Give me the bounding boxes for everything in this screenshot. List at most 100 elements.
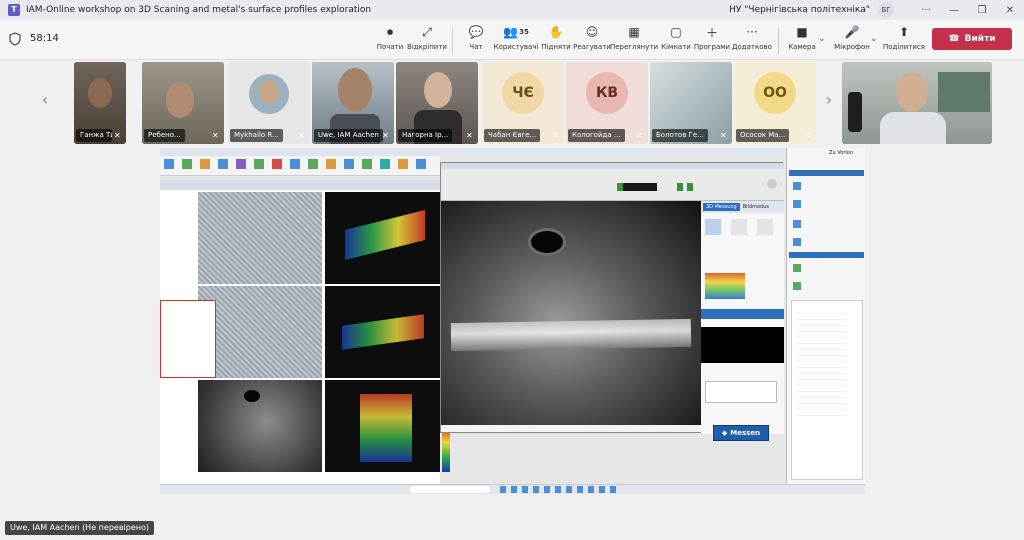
- leave-button[interactable]: ☎ Вийти: [932, 28, 1012, 50]
- participant-name: Mykhailo R...: [230, 129, 283, 142]
- unpin-label: Відкріпити: [407, 43, 447, 51]
- camera-chevron-down-icon[interactable]: ⌄: [818, 34, 826, 44]
- shared-screen: 3D Messung Bildmodus ◆ Messen Zu Vorlon: [160, 148, 865, 494]
- participant-tile[interactable]: Ганжа Тим... ✕: [74, 62, 126, 144]
- remote-taskbar: [160, 484, 865, 494]
- participant-name: Чабан Євге...: [484, 129, 541, 142]
- mic-button[interactable]: 🎤 Мікрофон: [830, 24, 874, 58]
- measure-button[interactable]: ◆ Messen: [713, 425, 769, 441]
- remote-app-menu: [160, 148, 865, 156]
- organization-name[interactable]: НУ "Чернігівська політехніка": [729, 5, 870, 15]
- microscope-window[interactable]: 3D Messung Bildmodus ◆ Messen: [440, 162, 784, 441]
- mic-chevron-down-icon[interactable]: ⌄: [870, 34, 878, 44]
- participant-tile[interactable]: ЧЄ Чабан Євге... ✕: [482, 62, 564, 144]
- raise-hand-icon: ✋: [548, 25, 564, 39]
- weld-seam: [450, 318, 692, 352]
- leave-label: Вийти: [964, 34, 996, 44]
- microscope-side-panel: 3D Messung Bildmodus: [701, 201, 784, 434]
- camera-label: Камера: [788, 43, 816, 51]
- people-button[interactable]: 👥 35 Користувачі: [494, 24, 539, 58]
- react-icon: ☺: [585, 25, 599, 39]
- participant-name: Uwe, IAM Aachen: [314, 129, 383, 142]
- react-label: Реагувати: [573, 43, 611, 51]
- apps-button[interactable]: ＋ Програми: [690, 24, 734, 58]
- react-button[interactable]: ☺ Реагувати: [570, 24, 614, 58]
- mic-label: Мікрофон: [834, 43, 870, 51]
- rooms-icon: ▢: [670, 25, 682, 39]
- view-icon: ▦: [628, 25, 640, 39]
- minimize-icon[interactable]: —: [940, 5, 968, 16]
- unpin-button[interactable]: ⤢ Відкріпити: [405, 24, 449, 58]
- more-options-icon[interactable]: ···: [912, 5, 940, 16]
- people-count: 35: [519, 28, 529, 36]
- share-label: Поділитися: [882, 43, 926, 51]
- camera-icon: ■: [796, 25, 808, 39]
- meeting-timer: 58:14: [30, 33, 59, 44]
- shield-icon: [9, 32, 21, 46]
- participant-tile[interactable]: Uwe, IAM Aachen ✕: [312, 62, 394, 144]
- window-title: IAM-Online workshop on 3D Scaning and me…: [26, 5, 372, 15]
- chat-button[interactable]: 💬 Чат: [454, 24, 498, 58]
- participant-tile[interactable]: Нагорна Ір... ✕: [396, 62, 478, 144]
- close-icon[interactable]: ✕: [996, 5, 1024, 16]
- mic-muted-icon: ✕: [114, 131, 121, 140]
- record-icon: ⏺: [386, 24, 393, 39]
- previous-participants-icon[interactable]: ‹: [38, 90, 52, 110]
- user-avatar[interactable]: БГ: [878, 2, 894, 18]
- apps-label: Програми: [693, 43, 731, 51]
- measure-icon: ◆: [721, 429, 728, 437]
- presenter-video[interactable]: ✕: [842, 62, 992, 144]
- participant-name: Ганжа Тим...: [76, 129, 112, 142]
- record-label: Почати: [376, 43, 404, 51]
- window-title-bar: T IAM-Online workshop on 3D Scaning and …: [0, 0, 1024, 20]
- mic-muted-icon: ✕: [636, 131, 643, 140]
- share-button[interactable]: ⬆ Поділитися: [882, 24, 926, 58]
- apps-icon: ＋: [705, 25, 718, 40]
- teams-logo-icon: T: [8, 4, 20, 16]
- remote-right-pane: Zu Vorlon: [786, 148, 865, 494]
- more-button[interactable]: ··· Додатково: [730, 24, 774, 58]
- microscope-toolbar: [441, 163, 784, 201]
- measure-label: Messen: [730, 429, 761, 437]
- participant-initials: ЧЄ: [502, 72, 544, 115]
- view-label: Переглянути: [609, 43, 659, 51]
- restore-icon[interactable]: ❐: [968, 5, 996, 16]
- participant-name: Болотов Ге...: [652, 129, 708, 142]
- participant-tile[interactable]: Ребено... ✕: [142, 62, 224, 144]
- remote-app-ribbon: [160, 156, 440, 176]
- right-pane-title: Zu Vorlon: [829, 150, 853, 156]
- participant-tile[interactable]: Болотов Ге... ✕: [650, 62, 732, 144]
- unpin-icon: ⤢: [422, 24, 432, 39]
- mic-muted-icon: ✕: [720, 131, 727, 140]
- people-icon: 👥 35: [503, 25, 529, 39]
- share-icon: ⬆: [898, 25, 910, 39]
- participant-tile[interactable]: Mykhailo R... ✕: [228, 62, 310, 144]
- microscope-image[interactable]: [441, 201, 701, 425]
- rooms-label: Кімнати: [661, 43, 691, 51]
- mic-muted-icon: ✕: [382, 131, 389, 140]
- participant-name: Ребено...: [144, 129, 185, 142]
- mic-muted-icon: ✕: [298, 131, 305, 140]
- mic-muted-icon: ✕: [466, 131, 473, 140]
- more-label: Додатково: [732, 43, 772, 51]
- view-button[interactable]: ▦ Переглянути: [609, 24, 659, 58]
- chat-icon: 💬: [468, 25, 484, 39]
- measurement-grid: [160, 180, 450, 494]
- participant-tile[interactable]: ОО Ососок Ма... ✕: [734, 62, 816, 144]
- meeting-toolbar: 58:14 ⏺ Почати ⤢ Відкріпити 💬 Чат 👥 35 Ко…: [0, 20, 1024, 60]
- mic-off-icon: 🎤: [844, 25, 860, 39]
- participant-tile[interactable]: КВ Кологойда ... ✕: [566, 62, 648, 144]
- participant-initials: ОО: [754, 72, 796, 115]
- mic-muted-icon: ✕: [552, 131, 559, 140]
- raise-hand-label: Підняти: [541, 43, 571, 51]
- next-participants-icon[interactable]: ›: [822, 90, 836, 110]
- participant-name: Кологойда ...: [568, 129, 625, 142]
- tab-image-mode[interactable]: Bildmodus: [740, 203, 772, 211]
- shared-screen-owner-label: Uwe, IAM Aachen (Не перевірено): [5, 521, 154, 535]
- participant-initials: КВ: [586, 72, 628, 115]
- more-icon: ···: [746, 25, 758, 39]
- surface-hole: [531, 231, 563, 253]
- participant-name: Ососок Ма...: [736, 129, 790, 142]
- tab-3d-measurement[interactable]: 3D Messung: [703, 203, 740, 211]
- mic-muted-icon: ✕: [212, 131, 219, 140]
